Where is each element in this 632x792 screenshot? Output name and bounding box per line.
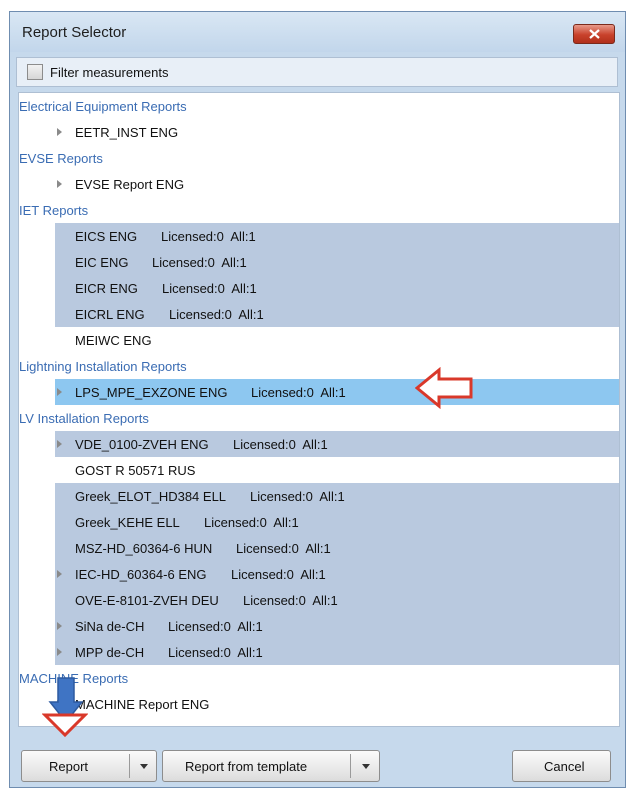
report-name: LPS_MPE_EXZONE ENG [75, 385, 228, 400]
report-name: EETR_INST ENG [75, 125, 179, 140]
filter-checkbox[interactable] [27, 64, 43, 80]
report-name: MPP de-CH [75, 645, 145, 660]
license-info: Licensed:0 All:1 [233, 437, 328, 452]
expand-triangle-icon[interactable] [57, 128, 62, 136]
close-icon [589, 29, 600, 39]
report-button-label[interactable]: Report [49, 759, 88, 774]
title-bar: Report Selector [10, 12, 625, 52]
license-info: Licensed:0 All:1 [168, 619, 263, 634]
report-name: EIC ENG [75, 255, 129, 270]
report-name: GOST R 50571 RUS [75, 463, 196, 478]
window-title: Report Selector [22, 24, 127, 41]
group-header[interactable]: IET Reports [19, 197, 619, 223]
license-info: Licensed:0 All:1 [236, 541, 331, 556]
report-item[interactable]: MACHINE Report ENG [55, 691, 619, 717]
license-info: Licensed:0 All:1 [204, 515, 299, 530]
report-item[interactable]: GOST R 50571 RUS [55, 457, 619, 483]
report-item[interactable]: EICR ENG Licensed:0 All:1 [55, 275, 619, 301]
report-name: OVE-E-8101-ZVEH DEU [75, 593, 219, 608]
license-info: Licensed:0 All:1 [162, 281, 257, 296]
report-item[interactable]: Greek_KEHE ELL Licensed:0 All:1 [55, 509, 619, 535]
filter-label[interactable]: Filter measurements [50, 65, 168, 80]
red-down-arrow-icon [42, 713, 88, 738]
cancel-button-label[interactable]: Cancel [544, 759, 584, 774]
expand-triangle-icon[interactable] [57, 622, 62, 630]
expand-triangle-icon[interactable] [57, 180, 62, 188]
license-info: Licensed:0 All:1 [243, 593, 338, 608]
report-item[interactable]: Greek_ELOT_HD384 ELL Licensed:0 All:1 [55, 483, 619, 509]
report-name: EICS ENG [75, 229, 138, 244]
report-item[interactable]: EIC ENG Licensed:0 All:1 [55, 249, 619, 275]
close-button[interactable] [573, 24, 615, 44]
group-label: Lightning Installation Reports [19, 359, 187, 374]
license-info: Licensed:0 All:1 [152, 255, 247, 270]
report-name: IEC-HD_60364-6 ENG [75, 567, 207, 582]
red-callout-arrow-icon [415, 367, 473, 409]
report-name: EICR ENG [75, 281, 138, 296]
report-item[interactable]: VDE_0100-ZVEH ENG Licensed:0 All:1 [55, 431, 619, 457]
license-info: Licensed:0 All:1 [251, 385, 346, 400]
group-label: IET Reports [19, 203, 89, 218]
report-selector-window: Report Selector Filter measurements Elec… [9, 11, 626, 788]
report-name: MEIWC ENG [75, 333, 152, 348]
license-info: Licensed:0 All:1 [231, 567, 326, 582]
license-info: Licensed:0 All:1 [169, 307, 264, 322]
report-item[interactable]: OVE-E-8101-ZVEH DEU Licensed:0 All:1 [55, 587, 619, 613]
chevron-down-icon[interactable] [140, 764, 148, 769]
expand-triangle-icon[interactable] [57, 440, 62, 448]
group-label: LV Installation Reports [19, 411, 149, 426]
report-name: EVSE Report ENG [75, 177, 185, 192]
report-name: MSZ-HD_60364-6 HUN [75, 541, 213, 556]
filter-bar: Filter measurements [16, 57, 618, 87]
report-from-template-split-button[interactable]: Report from template [162, 750, 380, 782]
report-name: MACHINE Report ENG [75, 697, 210, 712]
chevron-down-icon[interactable] [362, 764, 370, 769]
group-header[interactable]: LV Installation Reports [19, 405, 619, 431]
expand-triangle-icon[interactable] [57, 388, 62, 396]
report-item[interactable]: EVSE Report ENG [55, 171, 619, 197]
report-item[interactable]: MEIWC ENG [55, 327, 619, 353]
expand-triangle-icon[interactable] [57, 570, 62, 578]
group-label: EVSE Reports [19, 151, 103, 166]
report-item[interactable]: EICS ENG Licensed:0 All:1 [55, 223, 619, 249]
report-item[interactable]: EETR_INST ENG [55, 119, 619, 145]
report-item[interactable]: MSZ-HD_60364-6 HUN Licensed:0 All:1 [55, 535, 619, 561]
report-item[interactable]: IEC-HD_60364-6 ENG Licensed:0 All:1 [55, 561, 619, 587]
group-label: Electrical Equipment Reports [19, 99, 187, 114]
report-item[interactable]: SiNa de-CH Licensed:0 All:1 [55, 613, 619, 639]
group-header[interactable]: MACHINE Reports [19, 665, 619, 691]
group-header[interactable]: EVSE Reports [19, 145, 619, 171]
report-item[interactable]: EICRL ENG Licensed:0 All:1 [55, 301, 619, 327]
report-name: Greek_ELOT_HD384 ELL [75, 489, 227, 504]
license-info: Licensed:0 All:1 [250, 489, 345, 504]
report-item[interactable]: LPS_MPE_EXZONE ENG Licensed:0 All:1 [55, 379, 619, 405]
report-tree[interactable]: Electrical Equipment Reports EETR_INST EN… [18, 92, 620, 727]
report-name: VDE_0100-ZVEH ENG [75, 437, 209, 452]
report-name: Greek_KEHE ELL [75, 515, 180, 530]
license-info: Licensed:0 All:1 [168, 645, 263, 660]
report-name: EICRL ENG [75, 307, 145, 322]
group-header[interactable]: Electrical Equipment Reports [19, 93, 619, 119]
report-from-template-label[interactable]: Report from template [185, 759, 307, 774]
cancel-button[interactable]: Cancel [512, 750, 611, 782]
report-name: SiNa de-CH [75, 619, 145, 634]
license-info: Licensed:0 All:1 [161, 229, 256, 244]
report-item[interactable]: MPP de-CH Licensed:0 All:1 [55, 639, 619, 665]
expand-triangle-icon[interactable] [57, 648, 62, 656]
report-split-button[interactable]: Report [21, 750, 157, 782]
group-header[interactable]: Lightning Installation Reports [19, 353, 619, 379]
